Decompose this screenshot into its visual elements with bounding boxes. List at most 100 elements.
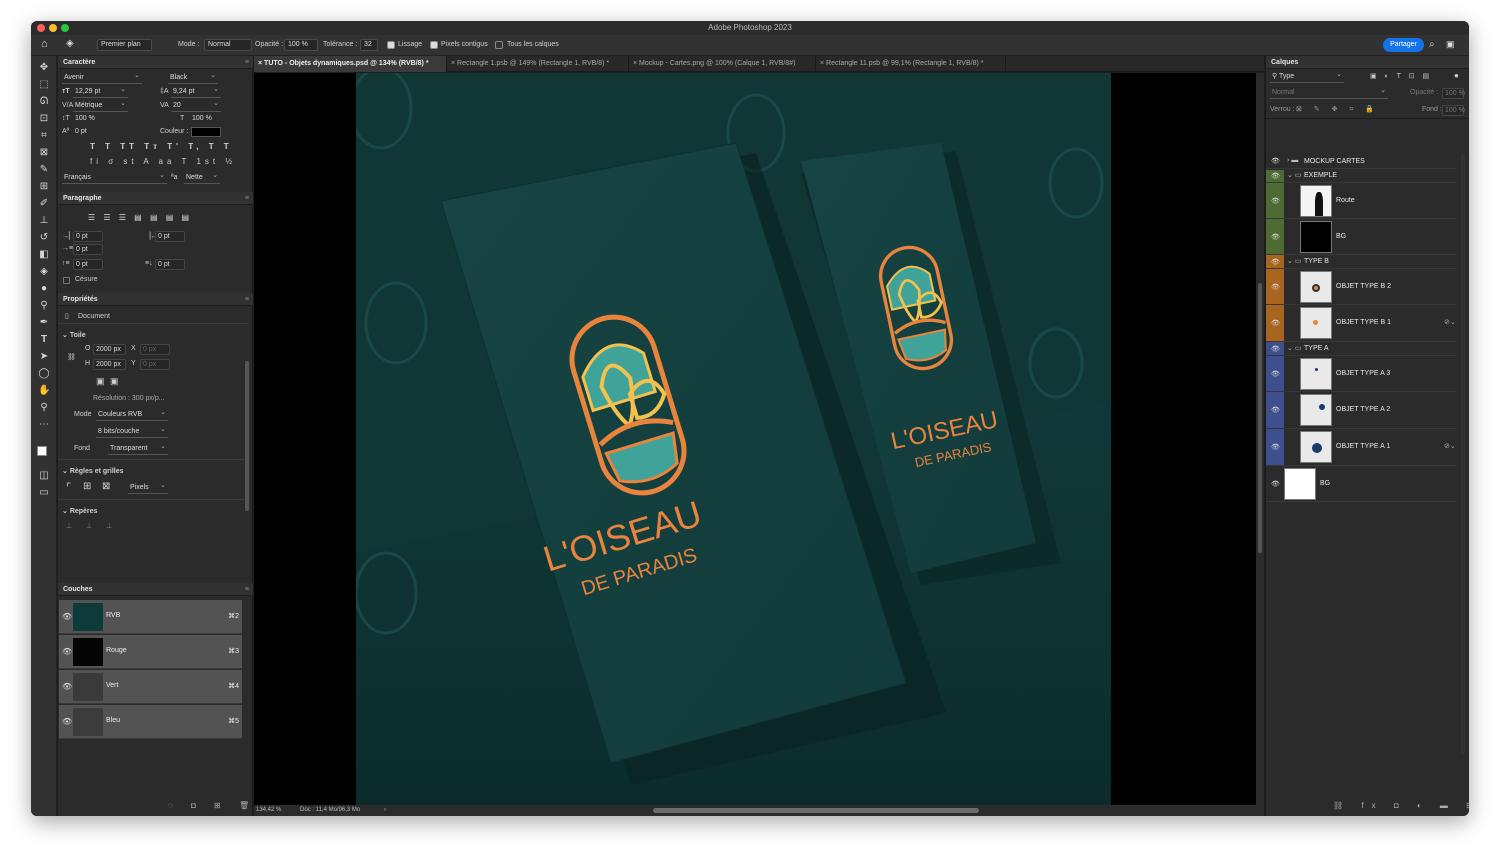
indent-left-input[interactable]: 0 pt xyxy=(73,231,103,242)
panel-menu-icon[interactable]: ≡ xyxy=(245,192,249,205)
path-selection-tool-icon[interactable]: ➤ xyxy=(38,351,50,363)
channel-row[interactable]: 👁 Rouge ⌘3 xyxy=(59,635,242,669)
layer-row[interactable]: 👁 OBJET TYPE A 1 ⊘⌄ xyxy=(1266,429,1456,466)
link-icon[interactable]: ⛓ xyxy=(67,353,76,361)
filter-toggle-icon[interactable]: ● xyxy=(1454,71,1459,80)
smoothing-checkbox[interactable] xyxy=(387,41,395,49)
panel-menu-icon[interactable]: ≡ xyxy=(245,56,249,69)
hyphenation-checkbox[interactable] xyxy=(63,277,70,284)
folder-collapsed-icon[interactable]: › ▬ xyxy=(1287,157,1298,164)
opacity-input[interactable]: 100 % xyxy=(284,39,318,51)
quick-mask-icon[interactable]: ◫ xyxy=(38,470,50,482)
workspace-icon[interactable]: ▣ xyxy=(1446,39,1455,50)
guides-icons[interactable]: ⊥ ⊥ ⊥ xyxy=(66,522,118,530)
channel-row[interactable]: 👁 Vert ⌘4 xyxy=(59,670,242,704)
antialias-select[interactable]: Nette xyxy=(184,171,220,184)
healing-brush-tool-icon[interactable]: ⊞ xyxy=(38,181,50,193)
layer-row[interactable]: 👁 OBJET TYPE B 1 ⊘⌄ xyxy=(1266,305,1456,342)
guides-section-toggle[interactable]: ⌄ Repères xyxy=(62,507,97,515)
canvas-x-input[interactable]: 0 px xyxy=(140,344,170,355)
all-layers-checkbox[interactable] xyxy=(495,41,503,49)
marquee-tool-icon[interactable]: ⬚ xyxy=(38,79,50,91)
text-style-buttons[interactable]: T T TT Tт T' T, T T xyxy=(90,142,233,151)
bit-depth-select[interactable]: 8 bits/couche xyxy=(96,425,168,438)
shape-tool-icon[interactable]: ◯ xyxy=(38,368,50,380)
eyedropper-tool-icon[interactable]: ✎ xyxy=(38,164,50,176)
visibility-eye-icon[interactable]: 👁 xyxy=(1271,319,1280,327)
paragraph-panel-header[interactable]: Paragraphe ≡ xyxy=(58,192,253,205)
visibility-eye-icon[interactable]: 👁 xyxy=(1271,406,1280,414)
language-select[interactable]: Français xyxy=(62,171,167,184)
portrait-orientation-icon[interactable]: ▣ xyxy=(96,376,105,387)
share-button[interactable]: Partager xyxy=(1383,38,1424,52)
history-brush-tool-icon[interactable]: ↺ xyxy=(38,232,50,244)
layers-scrollbar[interactable] xyxy=(1461,154,1465,754)
kerning-select[interactable]: Métrique xyxy=(73,99,128,112)
tab-rectangle-1[interactable]: × Rectangle 1.psb @ 149% (Rectangle 1, R… xyxy=(447,56,629,72)
folder-open-icon[interactable]: ⌄ ▭ xyxy=(1287,257,1301,265)
font-style-select[interactable]: Black xyxy=(168,71,218,84)
more-tools-icon[interactable]: ⋯ xyxy=(38,419,50,431)
layer-row[interactable]: 👁 › ▬ MOCKUP CARTES xyxy=(1266,154,1456,169)
blur-tool-icon[interactable]: ● xyxy=(38,283,50,295)
font-family-select[interactable]: Avenir xyxy=(62,71,142,84)
rulers-section-toggle[interactable]: ⌄ Règles et grilles xyxy=(62,467,124,475)
canvas-horizontal-scrollbar[interactable] xyxy=(653,808,979,813)
properties-panel-header[interactable]: Propriétés ≡ xyxy=(58,293,253,306)
smart-filter-icon[interactable]: ⊘⌄ xyxy=(1444,318,1456,326)
fill-source-select[interactable]: Premier plan xyxy=(97,39,152,51)
landscape-orientation-icon[interactable]: ▣ xyxy=(110,376,119,387)
properties-scrollbar[interactable] xyxy=(245,361,249,511)
brush-tool-icon[interactable]: ✐ xyxy=(38,198,50,210)
visibility-eye-icon[interactable]: 👁 xyxy=(62,612,72,621)
zoom-window-button[interactable] xyxy=(61,24,69,32)
layer-row[interactable]: 👁 ⌄ ▭ TYPE A xyxy=(1266,342,1456,356)
indent-right-input[interactable]: 0 pt xyxy=(155,231,185,242)
canvas-section-toggle[interactable]: ⌄ Toile xyxy=(62,331,86,339)
pixel-grid-icon[interactable]: ⊠ xyxy=(102,481,110,492)
paint-bucket-icon[interactable]: ◈ xyxy=(66,38,74,49)
object-selection-tool-icon[interactable]: ⊡ xyxy=(38,113,50,125)
visibility-eye-icon[interactable]: 👁 xyxy=(62,647,72,656)
stamp-tool-icon[interactable]: ⊥ xyxy=(38,215,50,227)
paragraph-align-buttons[interactable]: ☰ ☰ ☰ ▤ ▤ ▤ ▤ xyxy=(88,213,192,222)
baseline-shift-input[interactable]: 0 pt xyxy=(73,127,123,138)
paint-bucket-tool-icon[interactable]: ◈ xyxy=(38,266,50,278)
visibility-eye-icon[interactable]: 👁 xyxy=(1271,258,1280,266)
minimize-window-button[interactable] xyxy=(49,24,57,32)
channels-footer-icons[interactable]: ◌ ◘ ⊞ 🗑 xyxy=(168,801,257,810)
blend-mode-select[interactable]: Normal xyxy=(1270,86,1388,99)
canvas-fill-select[interactable]: Transparent xyxy=(108,442,168,455)
layer-row[interactable]: 👁 BG xyxy=(1266,219,1456,255)
layer-row[interactable]: 👁 OBJET TYPE A 3 xyxy=(1266,356,1456,392)
folder-open-icon[interactable]: ⌄ ▭ xyxy=(1287,171,1301,179)
frame-tool-icon[interactable]: ⊠ xyxy=(38,147,50,159)
visibility-eye-icon[interactable]: 👁 xyxy=(1271,443,1280,451)
layer-row[interactable]: 👁 OBJET TYPE B 2 xyxy=(1266,269,1456,305)
document-canvas[interactable]: L'OISEAU DE PARADIS L'OISEAU DE PARADIS xyxy=(356,73,1111,805)
tolerance-input[interactable]: 32 xyxy=(360,39,378,51)
layer-row[interactable]: 👁 ⌄ ▭ EXEMPLE xyxy=(1266,169,1456,183)
space-after-input[interactable]: 0 pt xyxy=(155,259,185,270)
search-icon[interactable]: ⌕ xyxy=(1429,39,1435,50)
lasso-tool-icon[interactable]: ᘏ xyxy=(38,96,50,108)
visibility-eye-icon[interactable]: 👁 xyxy=(1271,157,1280,165)
tracking-select[interactable]: 20 xyxy=(171,99,221,112)
visibility-eye-icon[interactable]: 👁 xyxy=(1271,480,1280,488)
foreground-color-swatch[interactable] xyxy=(37,446,47,456)
leading-select[interactable]: 9,24 pt xyxy=(171,85,221,98)
grid-icon[interactable]: ⊞ xyxy=(83,481,91,492)
tab-mockup-cartes[interactable]: × Mockup - Cartes.png @ 100% (Calque 1, … xyxy=(629,56,816,72)
smart-filter-icon[interactable]: ⊘⌄ xyxy=(1444,442,1456,450)
character-panel-header[interactable]: Caractère ≡ xyxy=(58,56,253,69)
layer-filter-select[interactable]: ⚲ Type xyxy=(1270,70,1344,83)
home-icon[interactable]: ⌂ xyxy=(41,38,48,50)
channels-panel-header[interactable]: Couches ≡ xyxy=(58,583,253,596)
indent-first-input[interactable]: 0 pt xyxy=(73,244,103,255)
canvas-height-input[interactable]: 2000 px xyxy=(93,359,126,370)
status-menu-arrow[interactable]: › xyxy=(384,805,386,816)
ruler-units-select[interactable]: Pixels xyxy=(128,481,168,494)
hand-tool-icon[interactable]: ✋ xyxy=(38,385,50,397)
visibility-eye-icon[interactable]: 👁 xyxy=(1271,172,1280,180)
eraser-tool-icon[interactable]: ◧ xyxy=(38,249,50,261)
